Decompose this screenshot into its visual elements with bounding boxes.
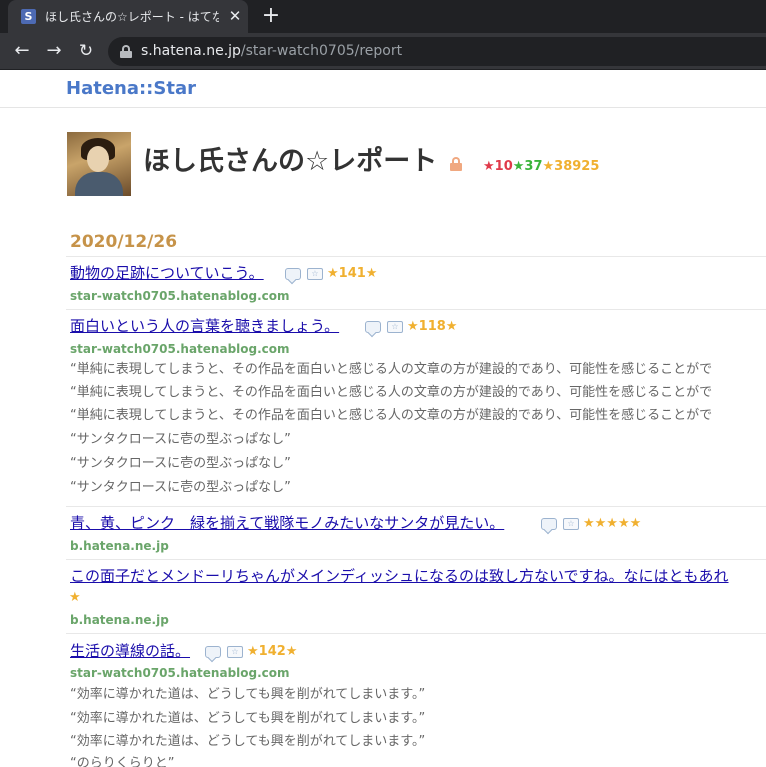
entry-star-count[interactable]: ★142★	[247, 643, 297, 661]
entry-actions: ☆ ★118★	[365, 318, 475, 336]
yellow-star-count: ★38925	[542, 159, 600, 174]
hatena-star-logo[interactable]: Hatena::Star	[66, 78, 196, 100]
entry-star-count[interactable]: ★141★	[327, 265, 377, 283]
add-star-icon[interactable]: ☆	[563, 518, 579, 530]
entry-domain: star-watch0705.hatenablog.com	[70, 342, 290, 356]
quote-text: “サンタクロースに壱の型ぶっぱなし”	[70, 480, 291, 495]
quote-text: “単純に表現してしまうと、その作品を面白いと感じる人の文章の方が建設的であり、可…	[70, 362, 713, 377]
quote-text: “単純に表現してしまうと、その作品を面白いと感じる人の文章の方が建設的であり、可…	[70, 408, 713, 423]
entry-actions: ☆ ★142★	[205, 643, 315, 661]
entry-divider	[66, 309, 766, 310]
back-icon[interactable]: ←	[10, 39, 34, 63]
url-path: /star-watch0705/report	[240, 43, 403, 59]
entry-divider	[66, 633, 766, 634]
entry-star-count[interactable]: ★118★	[407, 318, 457, 336]
tab-title: ほし氏さんの☆レポート - はてなスター	[45, 10, 219, 24]
report-date: 2020/12/26	[70, 232, 178, 252]
entry-title-link[interactable]: 動物の足跡についていこう。	[70, 263, 264, 283]
page-title: ほし氏さんの☆レポート	[143, 146, 438, 177]
address-bar[interactable]: s.hatena.ne.jp/star-watch0705/report	[108, 37, 766, 66]
add-star-icon[interactable]: ☆	[387, 321, 403, 333]
tab-strip: S ほし氏さんの☆レポート - はてなスター ✕ +	[0, 0, 766, 33]
quote-text: “サンタクロースに壱の型ぶっぱなし”	[70, 456, 291, 471]
url-text[interactable]: s.hatena.ne.jp/star-watch0705/report	[141, 43, 402, 60]
entry-star-count[interactable]: ★	[69, 590, 81, 606]
entry-domain: b.hatena.ne.jp	[70, 539, 169, 553]
entry-title-link[interactable]: この面子だとメンドーリちゃんがメインディッシュになるのは致し方ないですね。なには…	[70, 566, 729, 586]
entry-divider	[66, 256, 766, 257]
entry-title-link[interactable]: 面白いという人の言葉を聴きましょう。	[70, 316, 339, 336]
entry-title-link[interactable]: 青、黄、ピンク 緑を揃えて戦隊モノみたいなサンタが見たい。	[70, 513, 504, 533]
add-star-icon[interactable]: ☆	[227, 646, 243, 658]
quote-text: “サンタクロースに壱の型ぶっぱなし”	[70, 432, 291, 447]
site-header: Hatena::Star	[0, 70, 766, 108]
entry-divider	[66, 559, 766, 560]
avatar[interactable]	[67, 132, 131, 196]
browser-toolbar: ← → ↻ s.hatena.ne.jp/star-watch0705/repo…	[0, 33, 766, 70]
url-host: s.hatena.ne.jp	[141, 43, 241, 59]
quote-text: “効率に導かれた道は、どうしても興を削がれてしまいます。”	[70, 734, 426, 749]
add-star-icon[interactable]: ☆	[307, 268, 323, 280]
close-tab-icon[interactable]: ✕	[226, 7, 244, 25]
star-totals: ★10★37★38925	[483, 158, 599, 176]
comment-icon[interactable]	[205, 646, 221, 658]
entry-divider	[66, 506, 766, 507]
entry-star-count[interactable]: ★★★★★	[583, 515, 641, 533]
entry-actions: ☆ ★★★★★	[541, 515, 661, 533]
entry-domain: star-watch0705.hatenablog.com	[70, 666, 290, 680]
green-star-count: ★37	[512, 159, 543, 174]
comment-icon[interactable]	[541, 518, 557, 530]
browser-tab[interactable]: S ほし氏さんの☆レポート - はてなスター ✕	[8, 0, 248, 33]
quote-text: “のらりくらりと”	[70, 756, 175, 767]
quote-text: “効率に導かれた道は、どうしても興を削がれてしまいます。”	[70, 711, 426, 726]
quote-text: “単純に表現してしまうと、その作品を面白いと感じる人の文章の方が建設的であり、可…	[70, 385, 713, 400]
entry-domain: b.hatena.ne.jp	[70, 613, 169, 627]
forward-icon[interactable]: →	[42, 39, 66, 63]
quote-text: “効率に導かれた道は、どうしても興を削がれてしまいます。”	[70, 687, 426, 702]
entry-domain: star-watch0705.hatenablog.com	[70, 289, 290, 303]
favicon-icon: S	[21, 9, 36, 24]
entry-title-link[interactable]: 生活の導線の話。	[70, 641, 190, 661]
comment-icon[interactable]	[285, 268, 301, 280]
new-tab-icon[interactable]: +	[259, 4, 283, 28]
reload-icon[interactable]: ↻	[74, 39, 98, 63]
red-star-count: ★10	[483, 159, 513, 174]
entry-actions: ☆ ★141★	[285, 265, 395, 283]
comment-icon[interactable]	[365, 321, 381, 333]
private-lock-icon	[450, 157, 462, 171]
lock-icon[interactable]	[120, 45, 132, 58]
